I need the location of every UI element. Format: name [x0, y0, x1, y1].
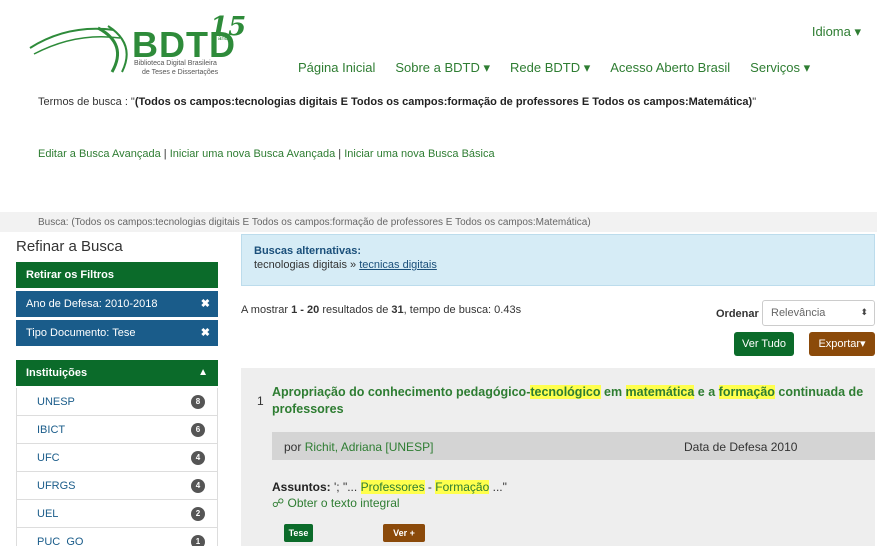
subjects-text: -: [424, 480, 436, 494]
alternative-searches-line: tecnologias digitais » tecnicas digitais: [254, 259, 862, 271]
document-type-badge: Tese: [284, 524, 313, 542]
defense-date: Data de Defesa 2010: [684, 440, 798, 454]
institution-item[interactable]: UEL 2: [17, 500, 217, 528]
result-author-bar: por Richit, Adriana [UNESP] Data de Defe…: [272, 432, 875, 460]
active-filter-year[interactable]: Ano de Defesa: 2010-2018 ✖: [16, 291, 218, 317]
results-total: 31: [391, 304, 404, 316]
active-filter-label: Tipo Documento: Tese: [26, 327, 136, 339]
export-button[interactable]: Exportar▾: [809, 332, 875, 356]
author-link[interactable]: Richit, Adriana [UNESP]: [305, 440, 434, 454]
remove-filter-icon[interactable]: ✖: [201, 297, 210, 310]
institution-name: PUC_GO: [37, 536, 84, 546]
title-highlight: matemática: [625, 385, 695, 399]
search-terms-query: (Todos os campos:tecnologias digitais E …: [134, 96, 753, 108]
sort-selected-value: Relevância: [771, 307, 826, 319]
subjects-text: '; "...: [330, 480, 361, 494]
get-full-text-link[interactable]: ☍ Obter o texto integral: [272, 496, 400, 510]
nav-rede-bdtd[interactable]: Rede BDTD ▾: [510, 60, 590, 76]
view-all-button[interactable]: Ver Tudo: [734, 332, 794, 356]
search-terms-end: ": [752, 96, 757, 108]
alternative-searches-title: Buscas alternativas:: [254, 245, 361, 257]
institution-item[interactable]: PUC_GO 1: [17, 528, 217, 546]
count-badge: 1: [191, 535, 205, 546]
refine-search-title: Refinar a Busca: [16, 238, 123, 255]
search-terms: Termos de busca : "(Todos os campos:tecn…: [38, 96, 756, 108]
result-number: 1: [257, 394, 264, 408]
title-part: em: [600, 385, 626, 399]
link-separator: |: [160, 148, 170, 160]
institution-name: UNESP: [37, 396, 75, 408]
institution-item[interactable]: UFC 4: [17, 444, 217, 472]
result-subjects: Assuntos: '; "... Professores - Formação…: [272, 480, 507, 494]
nav-servicos[interactable]: Serviços ▾: [750, 60, 810, 76]
institution-item[interactable]: UFRGS 4: [17, 472, 217, 500]
result-item: 1 Apropriação do conhecimento pedagógico…: [241, 368, 875, 546]
results-range: 1 - 20: [291, 304, 320, 316]
new-basic-search-link[interactable]: Iniciar uma nova Busca Básica: [344, 148, 494, 160]
get-full-text-label: Obter o texto integral: [287, 496, 400, 510]
subject-highlight: Professores: [360, 480, 425, 494]
count-badge: 2: [191, 507, 205, 521]
alternative-suggestion-link[interactable]: tecnicas digitais: [359, 259, 437, 271]
title-highlight: tecnológico: [530, 385, 601, 399]
alternative-original: tecnologias digitais »: [254, 259, 357, 271]
count-badge: 4: [191, 451, 205, 465]
logo-subtitle-line1: Biblioteca Digital Brasileira: [134, 60, 217, 67]
sort-select[interactable]: Relevância ⬍: [762, 300, 875, 326]
institutions-facet-header[interactable]: Instituições ▲: [16, 360, 218, 386]
count-badge: 4: [191, 479, 205, 493]
institutions-list: UNESP 8 IBICT 6 UFC 4 UFRGS 4 UEL 2 PUC_GO 1: [16, 388, 218, 546]
by-label: por: [284, 440, 305, 454]
search-terms-label: Termos de busca : ": [38, 96, 135, 108]
remove-filter-icon[interactable]: ✖: [201, 326, 210, 339]
institution-name: UEL: [37, 508, 59, 520]
nav-acesso-aberto[interactable]: Acesso Aberto Brasil: [610, 60, 730, 76]
view-more-button[interactable]: Ver +: [383, 524, 425, 542]
institution-name: UFC: [37, 452, 60, 464]
edit-advanced-search-link[interactable]: Editar a Busca Avançada: [38, 148, 161, 160]
results-summary-suffix: , tempo de busca: 0.43s: [403, 304, 522, 316]
institution-name: UFRGS: [37, 480, 76, 492]
subjects-label: Assuntos:: [272, 480, 331, 494]
sort-label: Ordenar: [716, 308, 759, 320]
results-summary: A mostrar 1 - 20 resultados de 31, tempo…: [241, 304, 521, 316]
main-nav: Página Inicial Sobre a BDTD ▾ Rede BDTD …: [298, 60, 810, 76]
subjects-text: ...": [489, 480, 507, 494]
language-dropdown[interactable]: Idioma ▾: [812, 24, 861, 40]
clear-filters-header[interactable]: Retirar os Filtros: [16, 262, 218, 288]
count-badge: 8: [191, 395, 205, 409]
nav-pagina-inicial[interactable]: Página Inicial: [298, 60, 375, 76]
alternative-searches-box: Buscas alternativas: tecnologias digitai…: [241, 234, 875, 286]
title-part: e a: [694, 385, 719, 399]
results-summary-middle: resultados de: [319, 304, 392, 316]
logo-subtitle-line2: de Teses e Dissertações: [142, 69, 219, 76]
collapse-arrow-icon[interactable]: ▲: [198, 367, 208, 378]
subject-highlight: Formação: [435, 480, 490, 494]
institution-item[interactable]: IBICT 6: [17, 416, 217, 444]
active-filter-label: Ano de Defesa: 2010-2018: [26, 298, 158, 310]
nav-sobre-bdtd[interactable]: Sobre a BDTD ▾: [395, 60, 490, 76]
bdtd-logo[interactable]: BDTD 15 anos Biblioteca Digital Brasilei…: [28, 12, 248, 78]
title-part: Apropriação do conhecimento pedagógico-: [272, 385, 531, 399]
logo-swoosh-icon: [29, 25, 128, 73]
title-highlight: formação: [718, 385, 775, 399]
new-advanced-search-link[interactable]: Iniciar uma nova Busca Avançada: [170, 148, 336, 160]
result-title-link[interactable]: Apropriação do conhecimento pedagógico-t…: [272, 384, 868, 418]
breadcrumb: Busca: (Todos os campos:tecnologias digi…: [0, 212, 877, 232]
logo-anniversary-word: anos: [218, 36, 232, 42]
active-filter-doctype[interactable]: Tipo Documento: Tese ✖: [16, 320, 218, 346]
search-edit-links: Editar a Busca Avançada | Iniciar uma no…: [38, 148, 495, 160]
select-arrows-icon: ⬍: [860, 307, 868, 317]
institution-name: IBICT: [37, 424, 66, 436]
link-separator: |: [335, 148, 345, 160]
institution-item[interactable]: UNESP 8: [17, 388, 217, 416]
external-link-icon: ☍: [272, 496, 288, 510]
results-summary-prefix: A mostrar: [241, 304, 292, 316]
institutions-facet-title: Instituições: [26, 367, 88, 379]
count-badge: 6: [191, 423, 205, 437]
